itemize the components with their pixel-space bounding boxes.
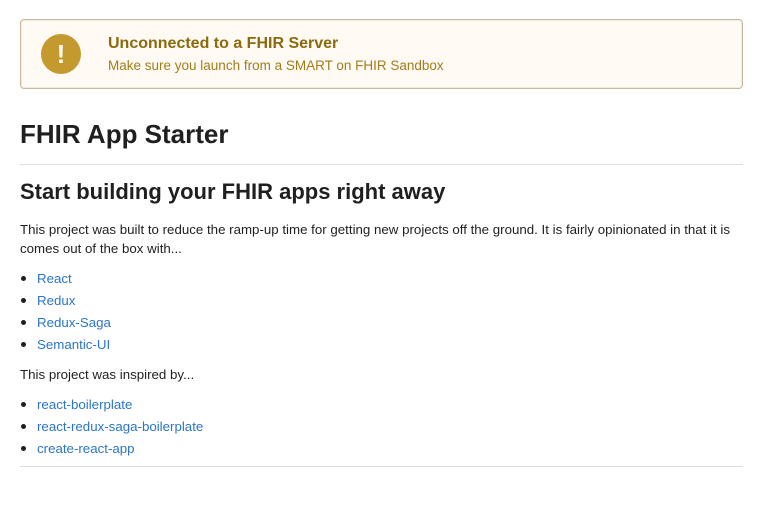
- redux-link[interactable]: Redux: [37, 293, 75, 308]
- create-react-app-link[interactable]: create-react-app: [37, 441, 135, 456]
- intro-paragraph: This project was built to reduce the ram…: [20, 222, 731, 256]
- redux-saga-link[interactable]: Redux-Saga: [37, 315, 111, 330]
- page-title: FHIR App Starter: [20, 119, 229, 149]
- inspired-by-list: react-boilerplate react-redux-saga-boile…: [20, 394, 743, 460]
- list-item: Redux-Saga: [20, 312, 743, 334]
- section-heading: Start building your FHIR apps right away: [20, 179, 446, 204]
- react-redux-saga-boilerplate-link[interactable]: react-redux-saga-boilerplate: [37, 419, 203, 434]
- list-item: create-react-app: [20, 438, 743, 460]
- react-link[interactable]: React: [37, 271, 72, 286]
- list-item: react-redux-saga-boilerplate: [20, 416, 743, 438]
- react-boilerplate-link[interactable]: react-boilerplate: [37, 397, 132, 412]
- list-item: react-boilerplate: [20, 394, 743, 416]
- warning-subtitle: Make sure you launch from a SMART on FHI…: [108, 57, 444, 73]
- warning-text: Unconnected to a FHIR Server Make sure y…: [108, 34, 444, 75]
- inspired-paragraph: This project was inspired by...: [20, 367, 195, 382]
- list-item: Semantic-UI: [20, 334, 743, 356]
- list-item: React: [20, 268, 743, 290]
- built-with-list: React Redux Redux-Saga Semantic-UI: [20, 268, 743, 356]
- title-divider: [20, 164, 743, 165]
- page: ! Unconnected to a FHIR Server Make sure…: [20, 0, 743, 467]
- exclamation-icon: !: [41, 34, 81, 74]
- list-item: Redux: [20, 290, 743, 312]
- footer-divider: [20, 466, 743, 467]
- warning-title: Unconnected to a FHIR Server: [108, 34, 339, 52]
- connection-warning-message: ! Unconnected to a FHIR Server Make sure…: [20, 19, 743, 89]
- semantic-ui-link[interactable]: Semantic-UI: [37, 337, 110, 352]
